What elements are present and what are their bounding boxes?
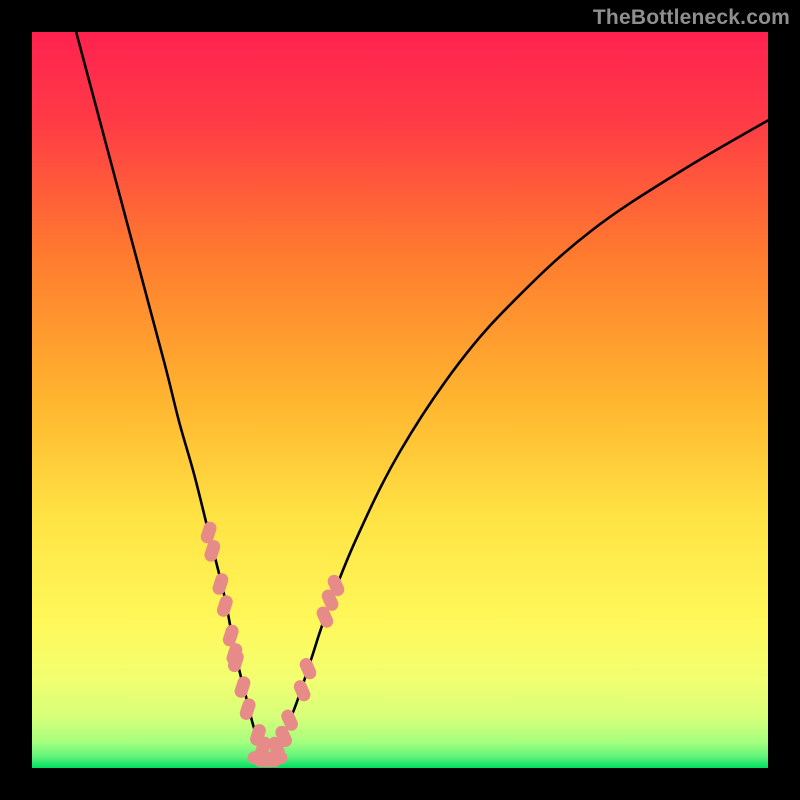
right-arm-marker	[298, 656, 319, 681]
watermark-text: TheBottleneck.com	[593, 6, 790, 30]
chart-stage: TheBottleneck.com	[0, 0, 800, 800]
left-arm-marker	[215, 594, 234, 619]
curve-layer	[32, 32, 768, 768]
right-arm-marker	[292, 678, 313, 703]
series-bottleneck-right	[268, 120, 768, 760]
plot-area	[32, 32, 768, 768]
left-arm-marker	[233, 675, 252, 700]
left-arm-marker	[238, 697, 257, 722]
left-arm-marker	[211, 572, 230, 597]
trough-marker	[265, 751, 287, 764]
